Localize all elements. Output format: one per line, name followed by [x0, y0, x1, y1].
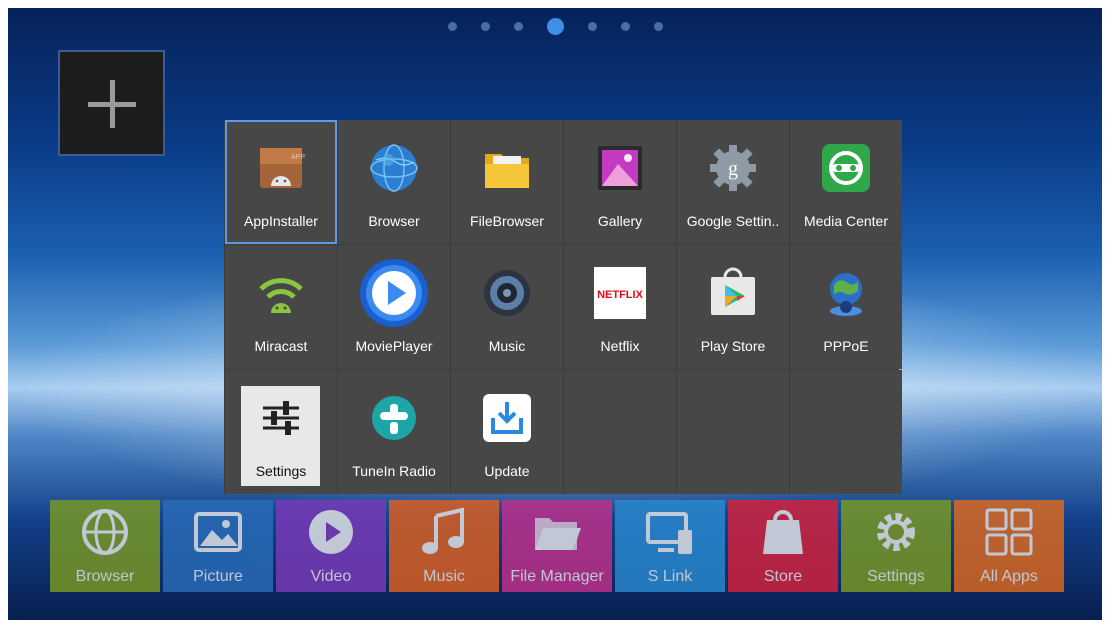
folder-open-icon — [531, 506, 583, 558]
app-tile-appinstaller[interactable]: APP AppInstaller — [225, 120, 337, 244]
app-label: Browser — [368, 213, 420, 229]
app-tile-miracast[interactable]: Miracast — [225, 245, 337, 369]
media-center-icon — [820, 142, 872, 194]
miracast-icon — [255, 267, 307, 319]
play-icon — [305, 506, 357, 558]
gallery-icon — [594, 142, 646, 194]
app-label: Music — [488, 338, 526, 354]
tunein-icon — [368, 392, 420, 444]
speaker-icon — [481, 267, 533, 319]
svg-text:APP: APP — [291, 154, 305, 161]
dock-label: S Link — [647, 568, 693, 585]
app-tile-filebrowser[interactable]: FileBrowser — [451, 120, 563, 244]
app-label: MoviePlayer — [355, 338, 433, 354]
netflix-icon: NETFLIX — [594, 267, 646, 319]
movie-player-icon — [358, 257, 430, 329]
dock-all-apps-button[interactable]: All Apps — [954, 500, 1064, 592]
app-tile-play-store[interactable]: Play Store — [677, 245, 789, 369]
app-label: Update — [484, 463, 530, 479]
empty-slot — [677, 370, 789, 494]
bottom-dock: Browser Picture Video Music File Manager — [50, 500, 1064, 592]
app-label: Settings — [255, 463, 307, 479]
screen-link-icon — [644, 506, 696, 558]
app-label: TuneIn Radio — [352, 463, 436, 479]
app-label: Media Center — [803, 213, 889, 229]
page-indicator — [448, 18, 663, 35]
dock-picture-button[interactable]: Picture — [163, 500, 273, 592]
play-store-icon — [707, 267, 759, 319]
dock-label: Music — [423, 568, 465, 585]
app-tile-browser[interactable]: Browser — [338, 120, 450, 244]
music-note-icon — [418, 506, 470, 558]
dock-music-button[interactable]: Music — [389, 500, 499, 592]
app-tile-google-settings[interactable]: g Google Settin.. — [677, 120, 789, 244]
svg-text:NETFLIX: NETFLIX — [597, 289, 643, 301]
page-dot[interactable] — [481, 22, 490, 31]
dock-settings-button[interactable]: Settings — [841, 500, 951, 592]
dock-label: Settings — [867, 568, 925, 585]
app-tile-movieplayer[interactable]: MoviePlayer — [338, 245, 450, 369]
grid-icon — [983, 506, 1035, 558]
dock-label: File Manager — [510, 568, 604, 585]
page-dot[interactable] — [654, 22, 663, 31]
empty-slot — [564, 370, 676, 494]
dock-store-button[interactable]: Store — [728, 500, 838, 592]
app-label: Gallery — [597, 213, 643, 229]
globe-icon — [79, 506, 131, 558]
dock-label: Picture — [193, 568, 243, 585]
empty-slot — [790, 370, 902, 494]
dock-label: Store — [763, 568, 803, 585]
app-label: Google Settin.. — [686, 213, 780, 229]
app-tile-pppoe[interactable]: PPPoE — [790, 245, 902, 369]
dock-s-link-button[interactable]: S Link — [615, 500, 725, 592]
app-drawer-panel: APP AppInstaller Browser FileBrowser Gal… — [224, 120, 902, 494]
shopping-bag-icon — [757, 506, 809, 558]
launcher-screen: APP AppInstaller Browser FileBrowser Gal… — [8, 8, 1102, 620]
globe-icon — [368, 142, 420, 194]
dock-file-manager-button[interactable]: File Manager — [502, 500, 612, 592]
dock-label: All Apps — [980, 568, 1038, 585]
app-label: Play Store — [700, 338, 766, 354]
google-settings-icon: g — [707, 142, 759, 194]
dock-video-button[interactable]: Video — [276, 500, 386, 592]
sliders-icon — [255, 392, 307, 444]
dock-browser-button[interactable]: Browser — [50, 500, 160, 592]
app-tile-netflix[interactable]: NETFLIX Netflix — [564, 245, 676, 369]
page-dot[interactable] — [621, 22, 630, 31]
app-label: AppInstaller — [244, 213, 318, 229]
add-shortcut-button[interactable] — [58, 50, 165, 156]
app-tile-update[interactable]: Update — [451, 370, 563, 494]
page-dot[interactable] — [514, 22, 523, 31]
app-label: Miracast — [254, 338, 308, 354]
pppoe-icon — [820, 267, 872, 319]
page-dot[interactable] — [588, 22, 597, 31]
app-tile-settings[interactable]: Settings — [225, 370, 337, 494]
page-dot-active[interactable] — [547, 18, 564, 35]
app-tile-gallery[interactable]: Gallery — [564, 120, 676, 244]
gear-icon — [870, 506, 922, 558]
svg-text:g: g — [728, 158, 738, 180]
app-label: PPPoE — [823, 338, 869, 354]
picture-icon — [192, 506, 244, 558]
app-tile-music[interactable]: Music — [451, 245, 563, 369]
download-icon — [481, 392, 533, 444]
app-tile-tunein-radio[interactable]: TuneIn Radio — [338, 370, 450, 494]
app-label: FileBrowser — [470, 213, 544, 229]
app-installer-icon: APP — [255, 142, 307, 194]
page-dot[interactable] — [448, 22, 457, 31]
folder-icon — [481, 142, 533, 194]
dock-label: Video — [310, 568, 352, 585]
app-tile-media-center[interactable]: Media Center — [790, 120, 902, 244]
dock-label: Browser — [75, 568, 135, 585]
app-label: Netflix — [600, 338, 640, 354]
